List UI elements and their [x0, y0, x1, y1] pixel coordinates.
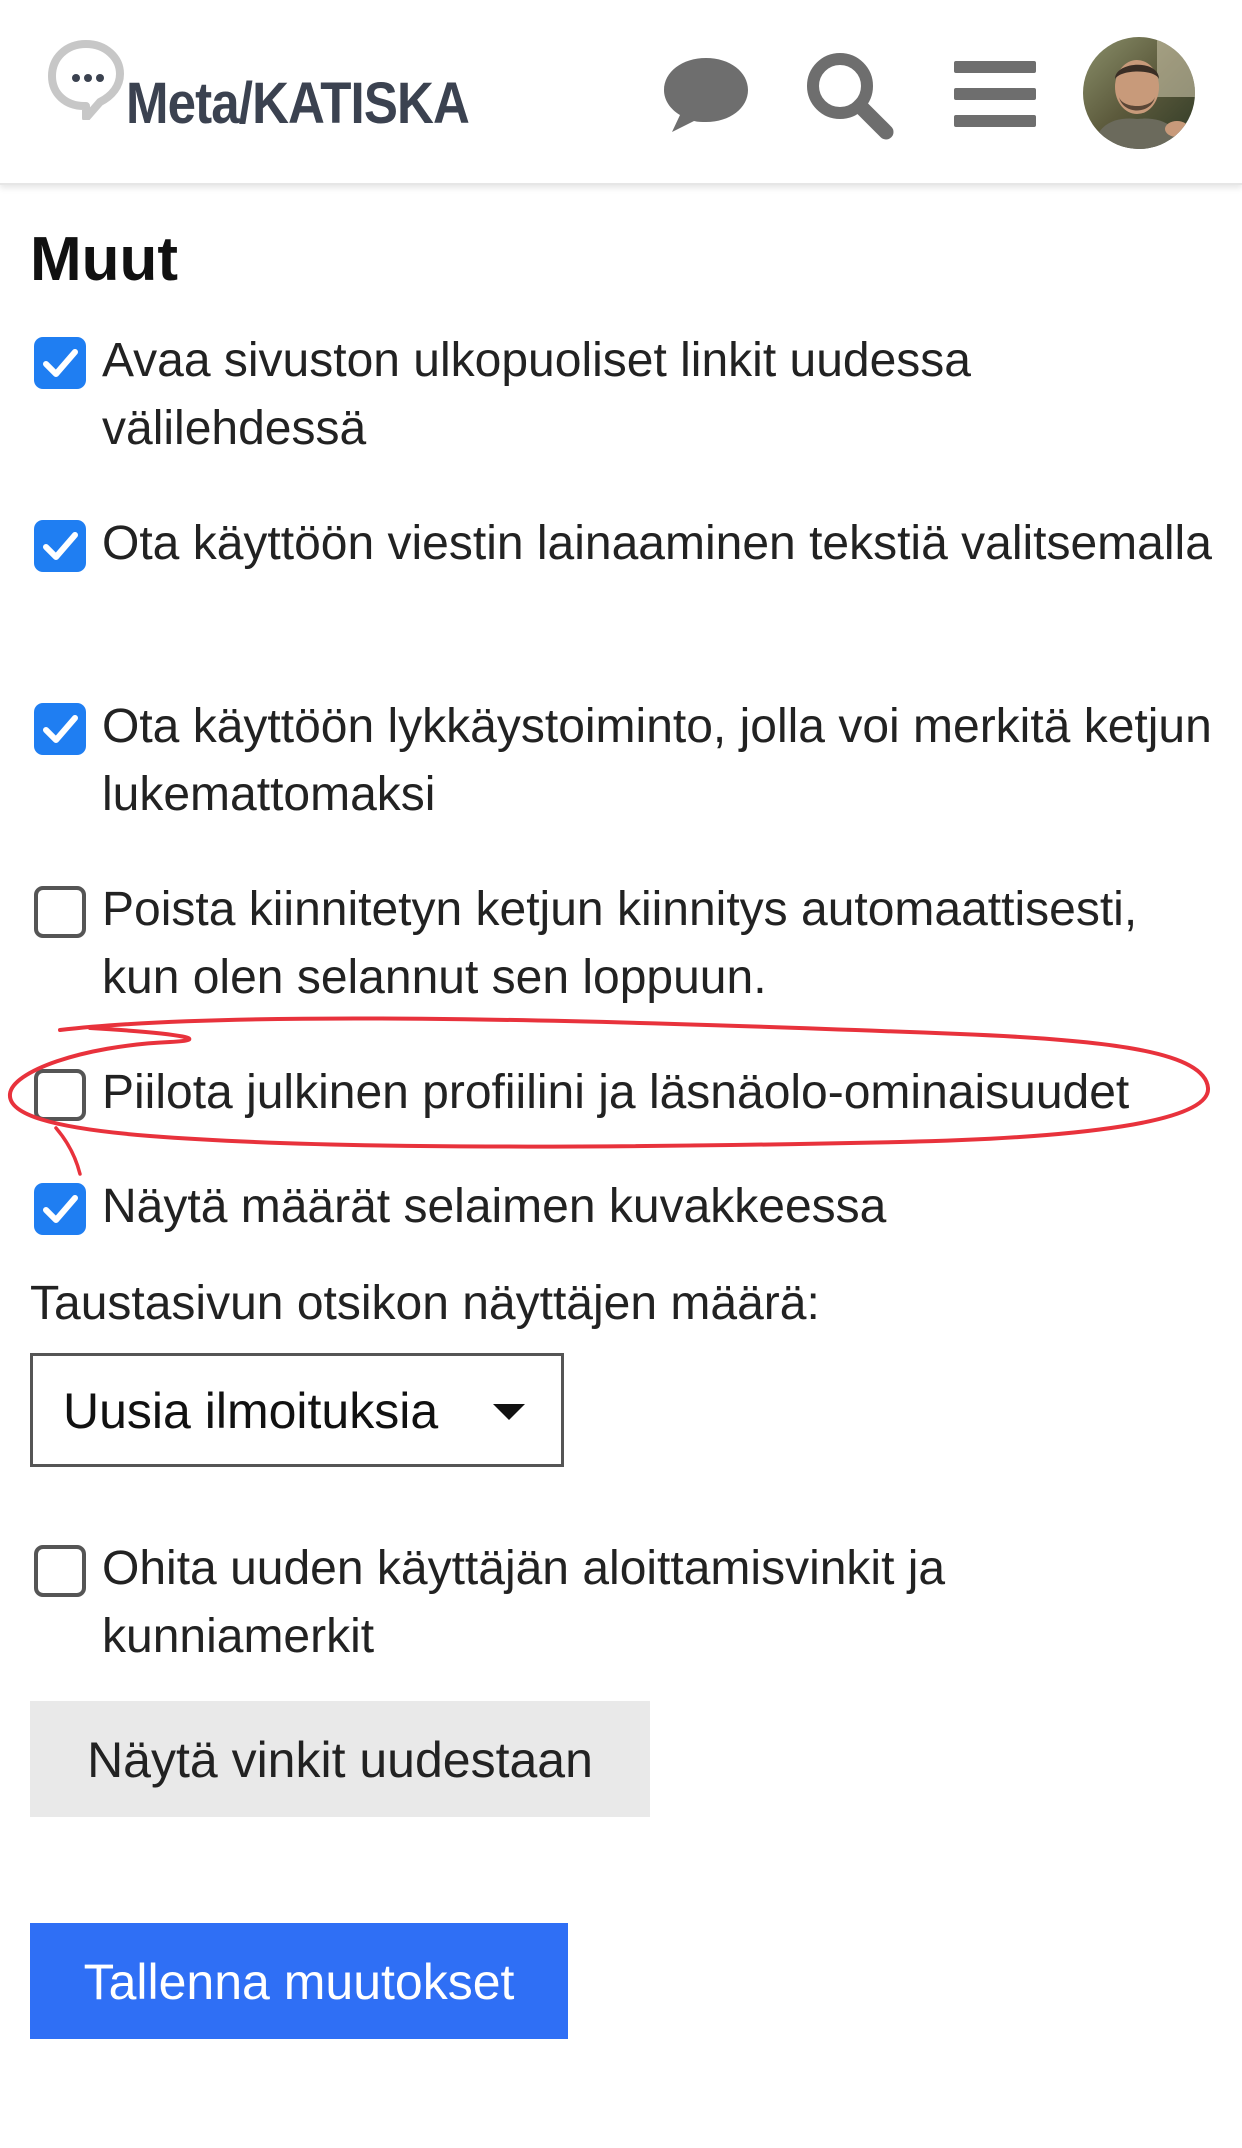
option-skip-new-user-tips[interactable]: Ohita uuden käyttäjän aloittamisvinkit j…: [30, 1535, 1220, 1671]
option-label: Avaa sivuston ulkopuoliset linkit uudess…: [102, 334, 971, 455]
option-label: Poista kiinnitetyn ketjun kiinnitys auto…: [102, 883, 1138, 1004]
select-value: Uusia ilmoituksia: [63, 1383, 439, 1439]
option-auto-unpin[interactable]: Poista kiinnitetyn ketjun kiinnitys auto…: [30, 876, 1220, 1012]
checkbox-checked[interactable]: [34, 1183, 86, 1235]
hamburger-menu-icon[interactable]: [947, 46, 1043, 142]
option-favicon-counts[interactable]: Näytä määrät selaimen kuvakkeessa: [30, 1173, 1220, 1241]
option-quote-on-select[interactable]: Ota käyttöön viestin lainaaminen tekstiä…: [30, 510, 1220, 578]
caret-down-icon: [493, 1404, 525, 1420]
checkbox-unchecked[interactable]: [34, 1069, 86, 1121]
checkbox-unchecked[interactable]: [34, 886, 86, 938]
title-count-select[interactable]: Uusia ilmoituksia: [30, 1353, 564, 1467]
option-label: Ota käyttöön viestin lainaaminen tekstiä…: [102, 517, 1212, 570]
checkbox-checked[interactable]: [34, 337, 86, 389]
option-label: Piilota julkinen profiilini ja läsnäolo-…: [102, 1066, 1130, 1119]
save-changes-button[interactable]: Tallenna muutokset: [30, 1923, 568, 2039]
checkbox-unchecked[interactable]: [34, 1545, 86, 1597]
logo-chat-icon: [48, 40, 124, 120]
search-icon[interactable]: [800, 46, 896, 142]
option-hide-profile[interactable]: Piilota julkinen profiilini ja läsnäolo-…: [30, 1059, 1220, 1127]
site-name: Meta/KATISKA: [126, 71, 470, 136]
checkbox-checked[interactable]: [34, 703, 86, 755]
dropdown-label: Taustasivun otsikon näyttäjen määrä:: [30, 1277, 820, 1330]
option-external-links-new-tab[interactable]: Avaa sivuston ulkopuoliset linkit uudess…: [30, 327, 1220, 463]
chat-bubble-icon[interactable]: [658, 46, 754, 142]
site-logo[interactable]: Meta/KATISKA: [46, 40, 476, 150]
option-label: Ohita uuden käyttäjän aloittamisvinkit j…: [102, 1542, 946, 1663]
option-label: Näytä määrät selaimen kuvakkeessa: [102, 1180, 887, 1233]
user-avatar[interactable]: [1083, 37, 1195, 149]
option-defer-unread[interactable]: Ota käyttöön lykkäystoiminto, jolla voi …: [30, 693, 1220, 829]
show-tips-again-button[interactable]: Näytä vinkit uudestaan: [30, 1701, 650, 1817]
checkbox-checked[interactable]: [34, 520, 86, 572]
section-title: Muut: [30, 225, 179, 294]
site-header: Meta/KATISKA: [0, 0, 1242, 185]
option-label: Ota käyttöön lykkäystoiminto, jolla voi …: [102, 700, 1212, 821]
